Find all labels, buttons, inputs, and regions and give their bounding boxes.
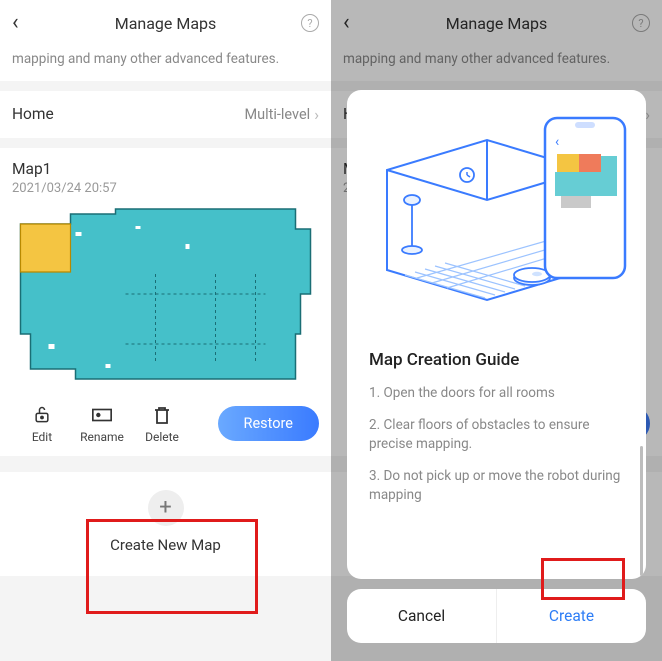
guide-body: Map Creation Guide 1. Open the doors for… — [347, 350, 646, 579]
map-actions: Edit Rename Delete Restore — [12, 404, 319, 444]
restore-button[interactable]: Restore — [218, 406, 319, 441]
create-button[interactable]: Create — [497, 589, 646, 643]
page-title: Manage Maps — [0, 14, 331, 33]
modal-actions: Cancel Create — [347, 589, 646, 643]
guide-step: 3. Do not pick up or move the robot duri… — [369, 467, 624, 506]
header: ‹ Manage Maps ? — [0, 0, 331, 46]
delete-button[interactable]: Delete — [132, 404, 192, 444]
plus-icon: + — [148, 490, 184, 526]
cancel-button[interactable]: Cancel — [347, 589, 497, 643]
create-new-map-label: Create New Map — [110, 536, 221, 554]
feature-notice: mapping and many other advanced features… — [0, 46, 331, 81]
map-card: Map1 2021/03/24 20:57 — [0, 148, 331, 456]
guide-step: 1. Open the doors for all rooms — [369, 384, 624, 404]
rename-button[interactable]: Rename — [72, 404, 132, 444]
home-label: Home — [12, 105, 54, 123]
trash-icon — [151, 404, 173, 426]
chevron-right-icon: › — [314, 105, 319, 124]
guide-illustration: ‹ — [347, 90, 646, 350]
home-value: Multi-level › — [244, 105, 319, 124]
back-icon[interactable]: ‹ — [12, 12, 19, 34]
home-row[interactable]: Home Multi-level › — [0, 91, 331, 138]
create-new-map-card[interactable]: + Create New Map — [0, 472, 331, 576]
rename-icon — [91, 404, 113, 426]
edit-button[interactable]: Edit — [12, 404, 72, 444]
svg-text:‹: ‹ — [555, 134, 559, 150]
map-name: Map1 — [12, 160, 319, 178]
guide-step: 2. Clear floors of obstacles to ensure p… — [369, 416, 624, 455]
scroll-indicator — [640, 446, 643, 576]
edit-icon — [31, 404, 53, 426]
help-icon[interactable]: ? — [301, 14, 319, 32]
guide-title: Map Creation Guide — [369, 350, 624, 370]
map-preview[interactable] — [12, 204, 319, 394]
map-creation-guide-modal: ‹ Map Creation Guide 1. Open the doors f… — [347, 90, 646, 579]
map-timestamp: 2021/03/24 20:57 — [12, 181, 319, 196]
